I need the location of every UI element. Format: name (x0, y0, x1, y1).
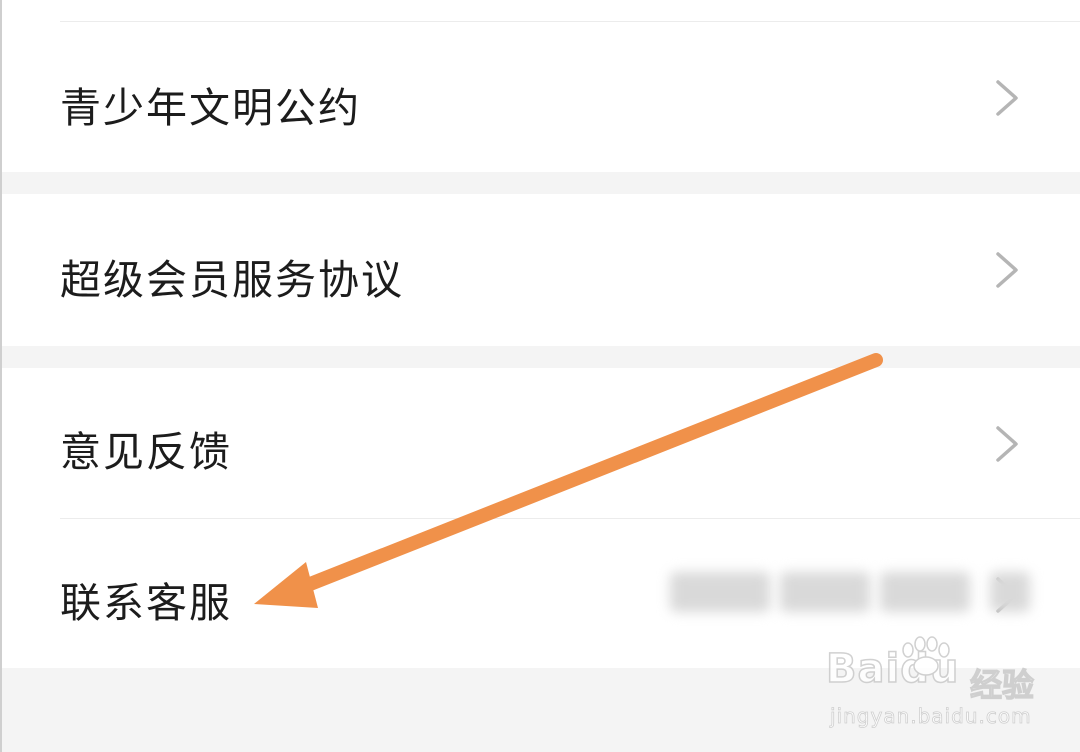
settings-row-vip-agreement[interactable]: 超级会员服务协议 (0, 194, 1080, 346)
chevron-right-icon (996, 426, 1018, 462)
redacted-contact-value (670, 572, 770, 612)
settings-group-1: 青少年文明公约 (0, 0, 1080, 172)
redacted-contact-value (780, 572, 870, 612)
settings-screen: 青少年文明公约 超级会员服务协议 意见反馈 联系客服 Baidu 经验 jing… (0, 0, 1080, 752)
row-label: 意见反馈 (60, 428, 232, 476)
settings-row-feedback[interactable]: 意见反馈 (0, 368, 1080, 518)
row-label: 青少年文明公约 (60, 84, 361, 132)
row-label: 联系客服 (60, 579, 232, 627)
chevron-right-icon (996, 252, 1018, 288)
redacted-contact-value (880, 572, 970, 612)
settings-row-youth-convention[interactable]: 青少年文明公约 (0, 22, 1080, 172)
settings-group-3: 意见反馈 联系客服 (0, 368, 1080, 668)
baidu-watermark: Baidu 经验 jingyan.baidu.com (825, 636, 1046, 736)
watermark-brand-suffix: 经验 (969, 665, 1035, 704)
screen-edge (0, 0, 2, 752)
row-label: 超级会员服务协议 (60, 256, 404, 304)
watermark-url: jingyan.baidu.com (830, 704, 1032, 729)
chevron-right-icon (996, 80, 1018, 116)
paw-icon (902, 636, 950, 676)
settings-group-2: 超级会员服务协议 (0, 194, 1080, 346)
redacted-contact-value (990, 572, 1030, 612)
